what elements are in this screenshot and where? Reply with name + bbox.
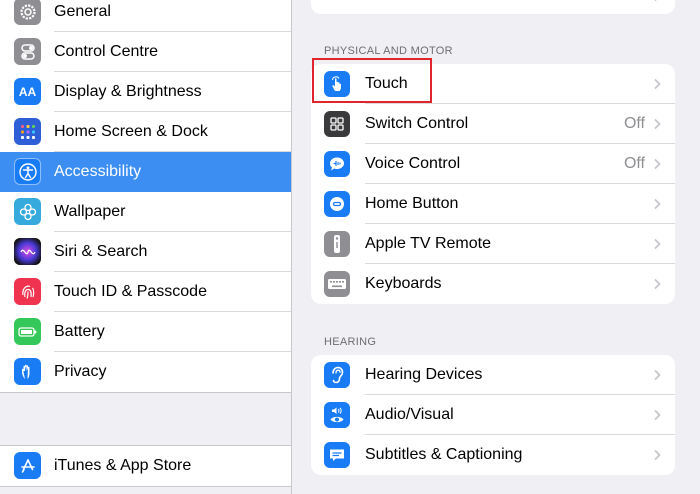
sidebar-item-label: Control Centre <box>54 43 159 60</box>
sidebar-item-label: Display & Brightness <box>54 83 202 100</box>
row-label: Home Button <box>365 195 459 212</box>
row-value: Off <box>623 115 645 132</box>
app-grid-icon <box>14 118 41 145</box>
siri-icon <box>14 238 41 265</box>
accessibility-icon <box>14 158 41 185</box>
chevron-right-icon <box>654 158 661 170</box>
hand-icon <box>14 358 41 385</box>
list-item[interactable] <box>311 0 675 14</box>
sidebar-item-wallpaper[interactable]: Wallpaper <box>0 192 291 232</box>
sidebar-item-touch-id-passcode[interactable]: Touch ID & Passcode <box>0 272 291 312</box>
sidebar-item-accessibility[interactable]: Accessibility <box>0 152 291 192</box>
chevron-right-icon <box>654 369 661 381</box>
sidebar-group-main: General Control Centre AA Display & Brig… <box>0 0 291 393</box>
hearing-card: Hearing Devices Audio/Visual Subtitles &… <box>311 355 675 475</box>
row-label: Audio/Visual <box>365 406 454 423</box>
battery-icon <box>14 318 41 345</box>
touch-highlight-box <box>312 58 432 103</box>
keyboard-icon <box>324 271 350 297</box>
switch-control-icon <box>324 111 350 137</box>
settings-sidebar: General Control Centre AA Display & Brig… <box>0 0 292 494</box>
sidebar-group-store: iTunes & App Store <box>0 445 291 487</box>
chevron-right-icon <box>654 0 657 2</box>
sidebar-item-privacy[interactable]: Privacy <box>0 352 291 392</box>
sidebar-item-label: Accessibility <box>54 163 142 180</box>
sidebar-item-label: Wallpaper <box>54 203 126 220</box>
sidebar-item-label: iTunes & App Store <box>54 457 192 474</box>
tv-remote-icon <box>324 231 350 257</box>
app-store-icon <box>14 452 41 479</box>
section-header-hearing: HEARING <box>324 336 377 348</box>
row-voice-control[interactable]: Voice Control Off <box>311 144 675 184</box>
ear-icon <box>324 362 350 388</box>
row-keyboards[interactable]: Keyboards <box>311 264 675 304</box>
toggles-icon <box>14 38 41 65</box>
voice-control-icon <box>324 151 350 177</box>
sidebar-item-itunes-app-store[interactable]: iTunes & App Store <box>0 446 291 486</box>
chevron-right-icon <box>654 278 661 290</box>
row-home-button[interactable]: Home Button <box>311 184 675 224</box>
row-label: Apple TV Remote <box>365 235 491 252</box>
row-label: Voice Control <box>365 155 461 172</box>
gear-icon <box>14 0 41 25</box>
chevron-right-icon <box>654 118 661 130</box>
chevron-right-icon <box>654 238 661 250</box>
sidebar-item-label: Siri & Search <box>54 243 148 260</box>
sidebar-item-label: General <box>54 3 111 20</box>
chevron-right-icon <box>654 78 661 90</box>
row-audio-visual[interactable]: Audio/Visual <box>311 395 675 435</box>
row-hearing-devices[interactable]: Hearing Devices <box>311 355 675 395</box>
sidebar-item-home-screen-dock[interactable]: Home Screen & Dock <box>0 112 291 152</box>
sidebar-item-battery[interactable]: Battery <box>0 312 291 352</box>
section-header-physical-motor: PHYSICAL AND MOTOR <box>324 45 453 57</box>
row-label: Switch Control <box>365 115 469 132</box>
text-size-icon: AA <box>14 78 41 105</box>
row-switch-control[interactable]: Switch Control Off <box>311 104 675 144</box>
chevron-right-icon <box>654 449 661 461</box>
subtitles-icon <box>324 442 350 468</box>
chevron-right-icon <box>654 409 661 421</box>
row-value: Off <box>623 155 645 172</box>
sidebar-item-label: Battery <box>54 323 105 340</box>
chevron-right-icon <box>654 198 661 210</box>
fingerprint-icon <box>14 278 41 305</box>
sidebar-item-general[interactable]: General <box>0 0 291 32</box>
row-label: Hearing Devices <box>365 366 483 383</box>
sidebar-item-label: Touch ID & Passcode <box>54 283 207 300</box>
sidebar-item-display-brightness[interactable]: AA Display & Brightness <box>0 72 291 112</box>
home-button-icon <box>324 191 350 217</box>
sidebar-item-label: Home Screen & Dock <box>54 123 208 140</box>
row-label: Subtitles & Captioning <box>365 446 523 463</box>
sidebar-item-label: Privacy <box>54 363 107 380</box>
sidebar-item-control-centre[interactable]: Control Centre <box>0 32 291 72</box>
previous-section-card <box>311 0 675 14</box>
flower-icon <box>14 198 41 225</box>
row-apple-tv-remote[interactable]: Apple TV Remote <box>311 224 675 264</box>
audio-visual-icon <box>324 402 350 428</box>
row-label: Keyboards <box>365 275 442 292</box>
row-subtitles-captioning[interactable]: Subtitles & Captioning <box>311 435 675 475</box>
sidebar-item-siri-search[interactable]: Siri & Search <box>0 232 291 272</box>
